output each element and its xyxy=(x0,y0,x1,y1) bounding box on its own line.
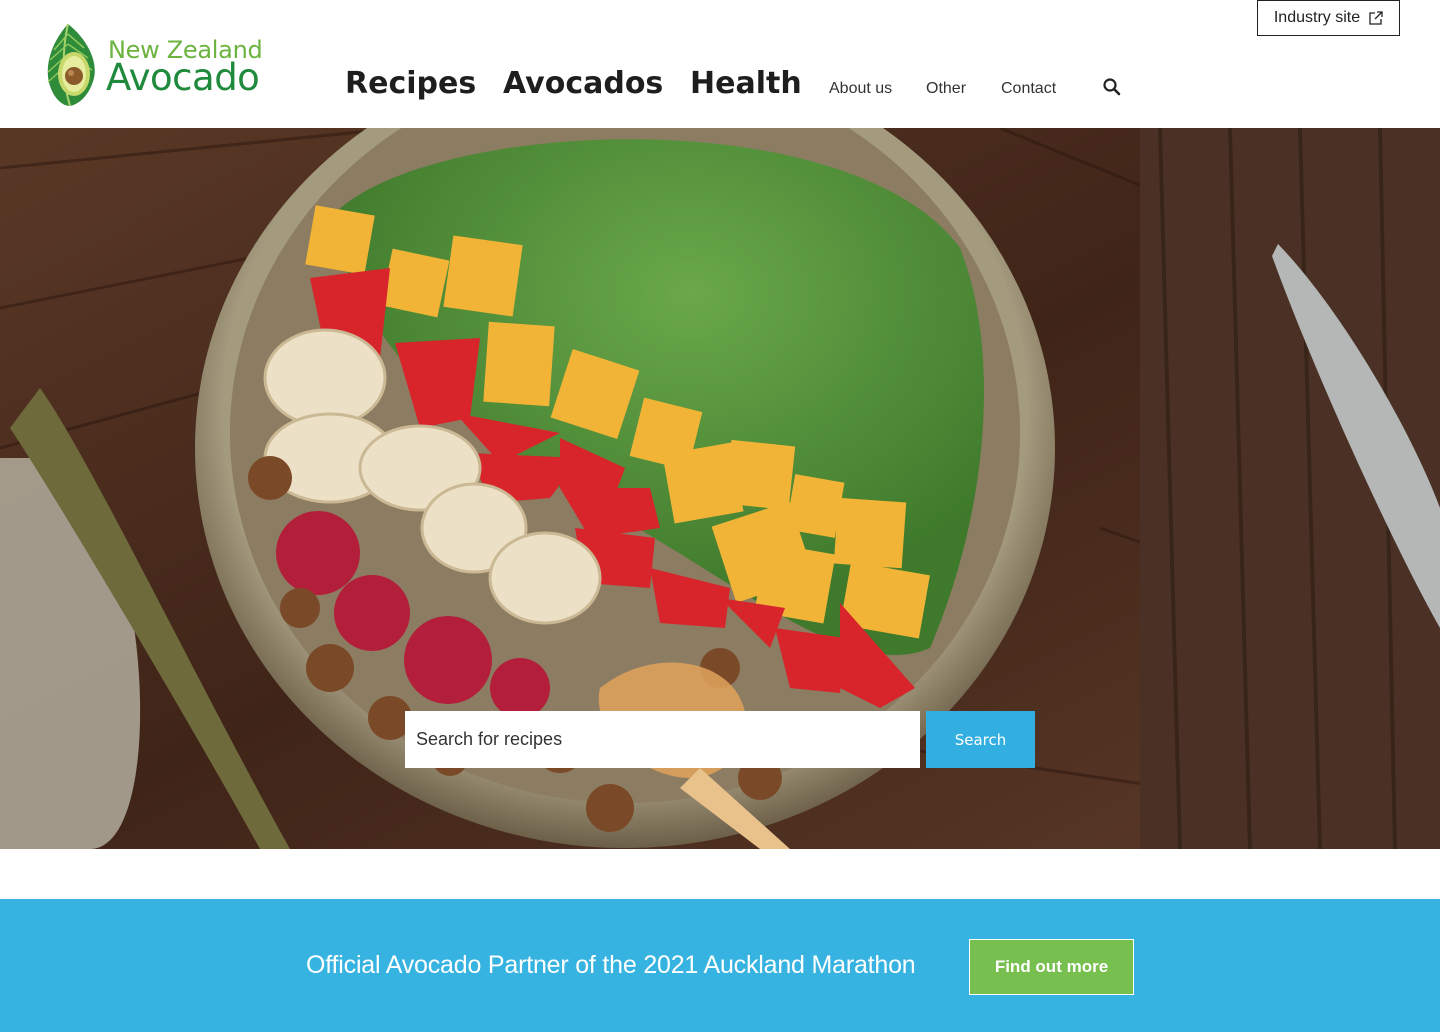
industry-site-button[interactable]: Industry site xyxy=(1257,0,1400,36)
nav-about-us[interactable]: About us xyxy=(829,80,892,98)
marathon-banner: Official Avocado Partner of the 2021 Auc… xyxy=(0,899,1440,1032)
recipe-search-input[interactable] xyxy=(405,711,920,768)
nav-health[interactable]: Health xyxy=(690,66,802,106)
banner-text: Official Avocado Partner of the 2021 Auc… xyxy=(306,951,916,979)
nav-avocados[interactable]: Avocados xyxy=(503,66,663,106)
avocado-leaf-logo-icon xyxy=(47,23,95,107)
nav-other[interactable]: Other xyxy=(926,80,966,98)
brand-line-2: Avocado xyxy=(106,56,260,99)
hero-banner: Search xyxy=(0,128,1440,849)
recipe-search-button[interactable]: Search xyxy=(926,711,1035,768)
external-link-icon xyxy=(1369,11,1383,25)
site-logo[interactable]: New Zealand Avocado xyxy=(40,20,280,110)
find-out-more-button[interactable]: Find out more xyxy=(969,939,1134,995)
search-icon[interactable] xyxy=(1102,77,1122,97)
nav-recipes[interactable]: Recipes xyxy=(345,66,476,106)
industry-site-label: Industry site xyxy=(1273,9,1361,26)
site-header: New Zealand Avocado Industry site Recipe… xyxy=(0,0,1440,128)
nav-contact[interactable]: Contact xyxy=(1001,80,1056,98)
